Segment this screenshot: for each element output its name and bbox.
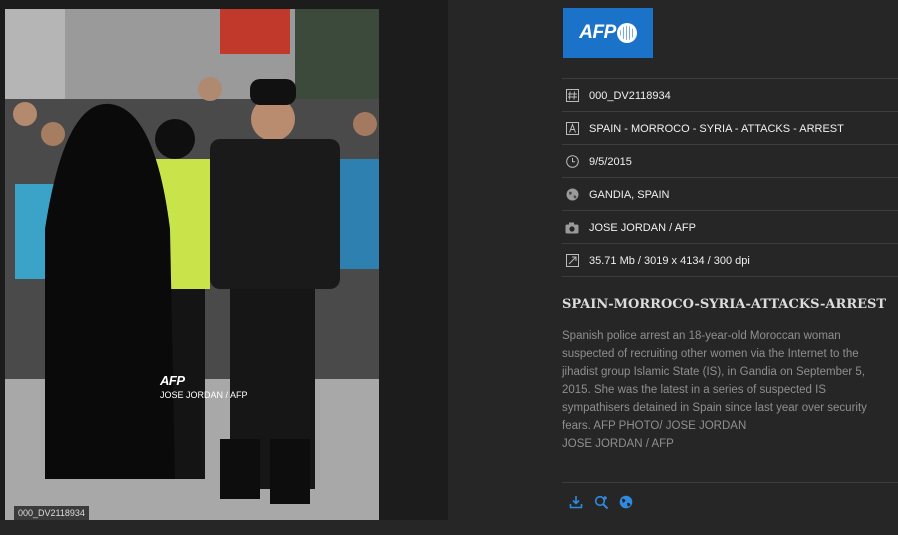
hash-icon — [565, 89, 579, 103]
photo-date: 9/5/2015 — [589, 155, 632, 168]
meta-row-date: 9/5/2015 — [562, 144, 898, 178]
photo-illustration — [5, 9, 379, 520]
watermark-credit: JOSE JORDAN / AFP — [160, 390, 248, 400]
meta-row-location: GANDIA, SPAIN — [562, 177, 898, 211]
news-photo[interactable]: AFP JOSE JORDAN / AFP 000_DV2118934 — [5, 9, 379, 520]
globe-icon — [565, 188, 579, 202]
caption-text: Spanish police arrest an 18-year-old Mor… — [562, 330, 867, 432]
photo-file-info: 35.71 Mb / 3019 x 4134 / 300 dpi — [589, 254, 750, 267]
camera-icon — [565, 221, 579, 235]
resize-icon — [565, 254, 579, 268]
zoom-in-icon[interactable] — [593, 494, 609, 510]
photo-slug: SPAIN - MORROCO - SYRIA - ATTACKS - ARRE… — [589, 122, 844, 135]
meta-row-file-info: 35.71 Mb / 3019 x 4134 / 300 dpi — [562, 243, 898, 277]
text-icon — [565, 122, 579, 136]
photo-caption: Spanish police arrest an 18-year-old Mor… — [562, 327, 884, 453]
meta-divider — [562, 276, 898, 277]
photo-panel: AFP JOSE JORDAN / AFP 000_DV2118934 — [0, 0, 448, 520]
logo-globe-icon — [616, 23, 637, 43]
photo-headline: SPAIN-MORROCO-SYRIA-ATTACKS-ARREST — [562, 297, 887, 312]
watermark-logo: AFP — [160, 373, 185, 388]
action-bar — [562, 482, 898, 521]
globe-icon[interactable] — [618, 494, 634, 510]
clock-icon — [565, 155, 579, 169]
download-icon[interactable] — [568, 494, 584, 510]
photo-location: GANDIA, SPAIN — [589, 188, 670, 201]
photo-id: 000_DV2118934 — [589, 89, 671, 102]
photo-credit: JOSE JORDAN / AFP — [589, 221, 696, 234]
photo-id-label: 000_DV2118934 — [14, 506, 89, 520]
meta-row-id: 000_DV2118934 — [562, 78, 898, 112]
meta-row-credit: JOSE JORDAN / AFP — [562, 210, 898, 244]
logo-text: AFP — [579, 22, 616, 43]
photo-watermark: AFP JOSE JORDAN / AFP — [160, 373, 248, 400]
caption-credit: JOSE JORDAN / AFP — [562, 438, 674, 450]
details-panel: AFP 000_DV2118934 SPAIN - MORROCO - SYRI… — [562, 0, 898, 535]
afp-logo[interactable]: AFP — [563, 8, 653, 58]
meta-row-slug: SPAIN - MORROCO - SYRIA - ATTACKS - ARRE… — [562, 111, 898, 145]
